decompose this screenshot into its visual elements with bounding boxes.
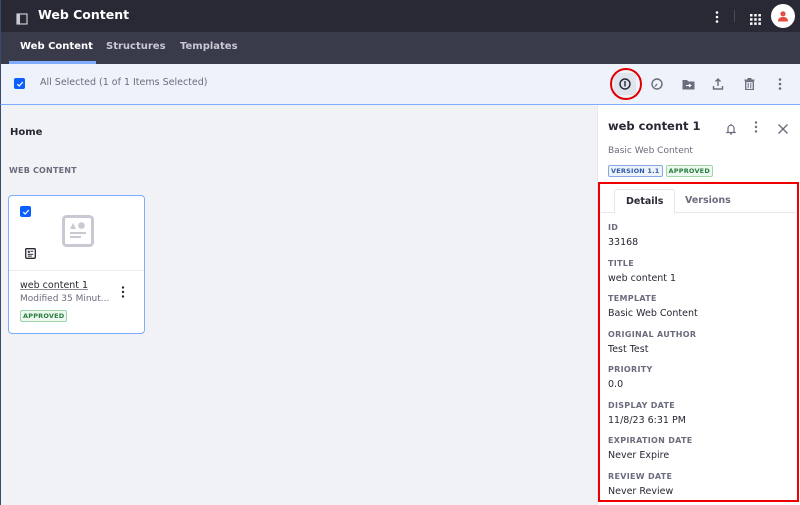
- sidebar-subtitle: Basic Web Content: [608, 146, 693, 156]
- move-button[interactable]: [677, 73, 699, 95]
- field-label-template: TEMPLATE: [608, 294, 657, 303]
- card-title-link[interactable]: web content 1: [20, 280, 88, 291]
- check-icon: [16, 81, 23, 87]
- app-options-kebab-icon[interactable]: [713, 9, 721, 23]
- management-toolbar: All Selected (1 of 1 Items Selected): [0, 64, 800, 105]
- appbar-divider: [734, 10, 735, 22]
- field-label-display-date: DISPLAY DATE: [608, 400, 676, 410]
- field-label-priority: PRIORITY: [608, 365, 653, 374]
- field-value-template: Basic Web Content: [608, 308, 698, 319]
- field-value-original-author: Test Test: [608, 343, 649, 355]
- info-button[interactable]: [614, 73, 636, 95]
- history-button[interactable]: [646, 73, 668, 95]
- sidebar-toggle-icon[interactable]: [16, 10, 28, 25]
- field-label-title: TITLE: [608, 258, 634, 268]
- field-label-review-date: REVIEW DATE: [608, 471, 673, 481]
- tab-versions[interactable]: Versions: [674, 189, 742, 213]
- user-avatar[interactable]: [771, 4, 795, 28]
- apps-grid-icon[interactable]: [750, 10, 761, 25]
- trash-icon: [744, 78, 754, 90]
- more-actions-button[interactable]: [769, 73, 791, 95]
- sidebar-labels: VERSION 1.1 APPROVED: [608, 165, 713, 177]
- field-value-priority: 0.0: [608, 379, 624, 390]
- subscribe-bell-icon[interactable]: [725, 120, 737, 135]
- sidebar-title: web content 1: [608, 119, 701, 133]
- export-button[interactable]: [707, 73, 729, 95]
- tab-details[interactable]: Details: [614, 189, 676, 214]
- web-content-type-icon: [25, 244, 36, 259]
- move-folder-icon: [682, 79, 694, 89]
- nav-tab-structures[interactable]: Structures: [106, 41, 166, 52]
- app-bar: Web Content: [0, 0, 800, 32]
- field-value-id: 33168: [608, 237, 639, 248]
- details-fields: ID 33168 TITLE web content 1 TEMPLATE Ba…: [608, 223, 793, 505]
- field-value-display-date: 11/8/23 6:31 PM: [608, 414, 686, 426]
- field-value-review-date: Never Review: [608, 485, 674, 497]
- app-title: Web Content: [38, 7, 130, 22]
- version-badge: VERSION 1.1: [608, 165, 663, 177]
- info-sidebar: web content 1 Basic Web Content VERSION …: [597, 105, 800, 505]
- check-icon: [22, 209, 29, 215]
- sidebar-tabs: Details Versions: [601, 189, 796, 214]
- sidebar-options-kebab-icon[interactable]: [753, 119, 759, 133]
- delete-button[interactable]: [738, 73, 760, 95]
- nav-bar: Web Content Structures Templates: [0, 32, 800, 64]
- field-label-id: ID: [608, 223, 619, 232]
- web-content-card[interactable]: web content 1 Modified 35 Minut... APPRO…: [8, 195, 145, 334]
- nav-tab-web-content[interactable]: Web Content: [20, 41, 93, 52]
- close-icon[interactable]: [777, 120, 789, 134]
- field-label-original-author: ORIGINAL AUTHOR: [608, 329, 697, 339]
- status-badge: APPROVED: [665, 165, 713, 177]
- card-checkbox[interactable]: [20, 206, 31, 217]
- field-value-title: web content 1: [608, 272, 677, 284]
- upload-icon: [712, 78, 724, 90]
- selection-status: All Selected (1 of 1 Items Selected): [40, 77, 208, 88]
- info-icon: [619, 78, 631, 90]
- card-modified-text: Modified 35 Minut...: [20, 294, 110, 304]
- select-all-checkbox[interactable]: [14, 78, 25, 89]
- field-label-expiration-date: EXPIRATION DATE: [608, 436, 693, 445]
- card-divider: [9, 270, 144, 271]
- field-value-expiration-date: Never Expire: [608, 450, 670, 461]
- user-icon: [778, 11, 788, 22]
- card-options-kebab-icon[interactable]: [120, 284, 126, 298]
- image-placeholder-icon: [62, 215, 94, 247]
- clock-icon: [651, 78, 663, 90]
- card-status-badge: APPROVED: [20, 310, 68, 322]
- nav-tab-templates[interactable]: Templates: [180, 41, 238, 52]
- breadcrumb[interactable]: Home: [10, 127, 42, 138]
- main-content: Home WEB CONTENT web content 1 Modified …: [0, 105, 597, 505]
- kebab-icon: [778, 78, 782, 90]
- section-label: WEB CONTENT: [9, 166, 77, 175]
